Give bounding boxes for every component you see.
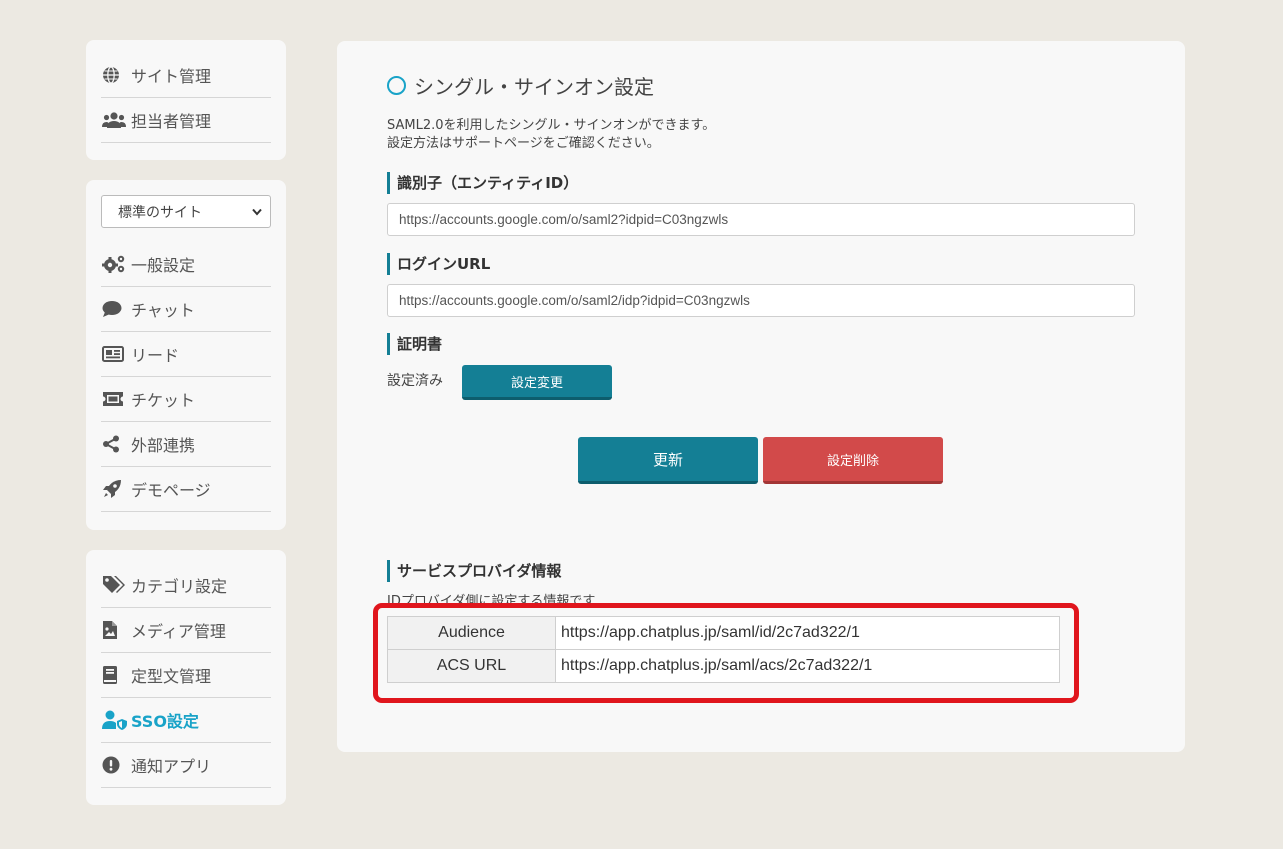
newspaper-icon xyxy=(102,343,128,365)
highlight-box xyxy=(373,603,1079,703)
delete-settings-button[interactable]: 設定削除 xyxy=(763,437,943,484)
login-url-heading: ログインURL xyxy=(387,253,490,275)
sidebar-item-ticket[interactable]: チケット xyxy=(101,377,271,422)
sidebar-item-label: チャット xyxy=(131,301,195,320)
globe-icon xyxy=(102,64,128,86)
sidebar-item-label: サイト管理 xyxy=(131,67,212,86)
login-url-input[interactable]: https://accounts.google.com/o/saml2/idp?… xyxy=(387,284,1135,317)
sidebar-item-sso-settings[interactable]: SSO設定 xyxy=(101,698,271,743)
sidebar-item-label: SSO設定 xyxy=(131,712,199,731)
users-icon xyxy=(102,109,128,131)
sidebar-item-label: 通知アプリ xyxy=(131,757,212,776)
site-select[interactable]: 標準のサイト xyxy=(101,195,271,228)
sidebar-item-general-settings[interactable]: 一般設定 xyxy=(101,242,271,287)
service-provider-description: IDプロバイダ側に設定する情報です xyxy=(387,594,596,604)
sidebar-item-media-management[interactable]: メディア管理 xyxy=(101,608,271,653)
sidebar-card-site: 標準のサイト 一般設定 チャット リード チケット 外部連携 デモページ xyxy=(86,180,286,530)
comment-icon xyxy=(102,298,128,320)
sidebar-item-label: 定型文管理 xyxy=(131,667,212,686)
page-title: シングル・サインオン設定 xyxy=(387,71,654,100)
update-button[interactable]: 更新 xyxy=(578,437,758,484)
sidebar-card-account: サイト管理 担当者管理 xyxy=(86,40,286,160)
sidebar-item-label: リード xyxy=(131,346,180,365)
entity-id-input[interactable]: https://accounts.google.com/o/saml2?idpi… xyxy=(387,203,1135,236)
user-shield-icon xyxy=(102,709,128,731)
certificate-change-button[interactable]: 設定変更 xyxy=(462,365,612,400)
sidebar-item-label: メディア管理 xyxy=(131,622,226,641)
rocket-icon xyxy=(102,478,128,500)
sidebar-item-label: 一般設定 xyxy=(131,256,196,275)
site-select-value: 標準のサイト xyxy=(118,204,202,221)
description-line: 設定方法はサポートページをご確認ください。 xyxy=(387,136,660,151)
ticket-icon xyxy=(102,388,128,410)
service-provider-heading: サービスプロバイダ情報 xyxy=(387,560,561,582)
description-line: SAML2.0を利用したシングル・サインオンができます。 xyxy=(387,118,716,133)
sidebar-item-template-management[interactable]: 定型文管理 xyxy=(101,653,271,698)
sidebar-item-category-settings[interactable]: カテゴリ設定 xyxy=(101,563,271,608)
entity-id-heading: 識別子（エンティティID） xyxy=(387,172,578,194)
sidebar-item-label: デモページ xyxy=(131,481,211,500)
sidebar-item-notification-app[interactable]: 通知アプリ xyxy=(101,743,271,788)
circle-icon xyxy=(387,76,406,95)
exclamation-circle-icon xyxy=(102,754,128,776)
sidebar-card-content: カテゴリ設定 メディア管理 定型文管理 SSO設定 通知アプリ xyxy=(86,550,286,805)
page-description: SAML2.0を利用したシングル・サインオンができます。 設定方法はサポートペー… xyxy=(387,117,715,153)
certificate-heading: 証明書 xyxy=(387,333,442,355)
sidebar-item-integrations[interactable]: 外部連携 xyxy=(101,422,271,467)
sidebar-item-label: チケット xyxy=(131,391,196,410)
sidebar-item-demo-page[interactable]: デモページ xyxy=(101,467,271,512)
sidebar-item-label: カテゴリ設定 xyxy=(131,577,228,596)
sidebar-item-label: 担当者管理 xyxy=(131,112,212,131)
sidebar-item-lead[interactable]: リード xyxy=(101,332,271,377)
sidebar-item-label: 外部連携 xyxy=(131,436,196,455)
tags-icon xyxy=(102,574,128,596)
certificate-status: 設定済み xyxy=(387,373,443,389)
chevron-down-icon xyxy=(252,204,262,220)
page-title-text: シングル・サインオン設定 xyxy=(414,75,654,99)
gears-icon xyxy=(102,253,128,275)
book-icon xyxy=(102,664,128,686)
sidebar-item-chat[interactable]: チャット xyxy=(101,287,271,332)
share-icon xyxy=(102,433,128,455)
image-file-icon xyxy=(102,619,128,641)
sidebar-item-staff-management[interactable]: 担当者管理 xyxy=(101,98,271,143)
sidebar-item-site-management[interactable]: サイト管理 xyxy=(101,53,271,98)
